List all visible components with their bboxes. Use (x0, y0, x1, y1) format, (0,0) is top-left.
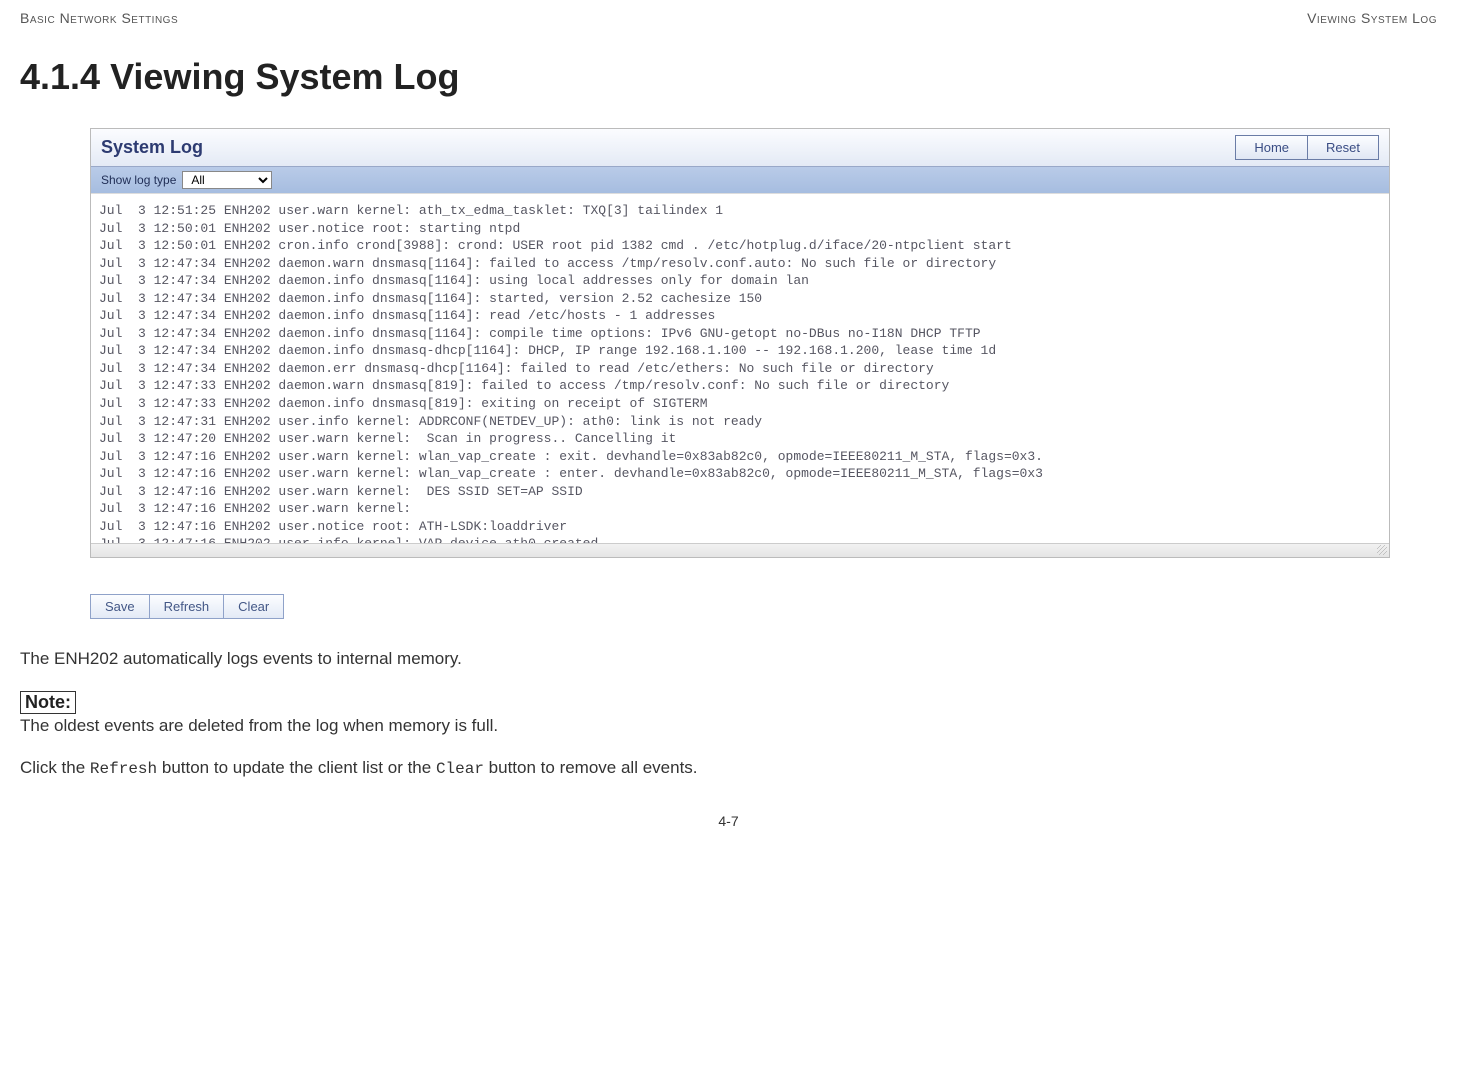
log-line: Jul 3 12:47:16 ENH202 user.warn kernel: … (99, 465, 1381, 483)
log-line: Jul 3 12:47:33 ENH202 daemon.warn dnsmas… (99, 377, 1381, 395)
bottom-buttons: Save Refresh Clear (90, 594, 1390, 619)
intro-text: The ENH202 automatically logs events to … (20, 649, 1437, 669)
log-line: Jul 3 12:47:34 ENH202 daemon.info dnsmas… (99, 342, 1381, 360)
instr-refresh-code: Refresh (90, 760, 157, 778)
log-line: Jul 3 12:47:16 ENH202 user.warn kernel: (99, 500, 1381, 518)
clear-button[interactable]: Clear (223, 594, 284, 619)
reset-button[interactable]: Reset (1307, 135, 1379, 160)
log-line: Jul 3 12:47:16 ENH202 user.warn kernel: … (99, 483, 1381, 501)
instr-pre: Click the (20, 758, 90, 777)
log-line: Jul 3 12:47:16 ENH202 user.notice root: … (99, 518, 1381, 536)
title-buttons: Home Reset (1235, 135, 1379, 160)
home-button[interactable]: Home (1235, 135, 1308, 160)
section-heading: 4.1.4 Viewing System Log (20, 56, 1437, 98)
refresh-button[interactable]: Refresh (149, 594, 225, 619)
log-line: Jul 3 12:50:01 ENH202 cron.info crond[39… (99, 237, 1381, 255)
panel-title: System Log (101, 137, 203, 158)
log-line: Jul 3 12:47:34 ENH202 daemon.warn dnsmas… (99, 255, 1381, 273)
page-number: 4-7 (20, 813, 1437, 829)
filter-bar: Show log type All (91, 167, 1389, 193)
header-left: Basic Network Settings (20, 10, 178, 26)
log-line: Jul 3 12:47:34 ENH202 daemon.info dnsmas… (99, 325, 1381, 343)
log-line: Jul 3 12:47:34 ENH202 daemon.info dnsmas… (99, 290, 1381, 308)
log-line: Jul 3 12:47:34 ENH202 daemon.err dnsmasq… (99, 360, 1381, 378)
resize-grip[interactable] (91, 543, 1389, 557)
log-line: Jul 3 12:50:01 ENH202 user.notice root: … (99, 220, 1381, 238)
save-button[interactable]: Save (90, 594, 150, 619)
instr-post: button to remove all events. (484, 758, 698, 777)
log-type-select[interactable]: All (182, 171, 272, 189)
log-line: Jul 3 12:47:16 ENH202 user.info kernel: … (99, 535, 1381, 543)
header-right: Viewing System Log (1307, 10, 1437, 26)
running-header: Basic Network Settings Viewing System Lo… (20, 10, 1437, 26)
note-block: Note: The oldest events are deleted from… (20, 669, 1437, 736)
note-label: Note: (20, 691, 76, 714)
log-line: Jul 3 12:47:16 ENH202 user.warn kernel: … (99, 448, 1381, 466)
log-line: Jul 3 12:47:31 ENH202 user.info kernel: … (99, 413, 1381, 431)
system-log-screenshot: System Log Home Reset Show log type All … (90, 128, 1390, 619)
log-output[interactable]: Jul 3 12:51:25 ENH202 user.warn kernel: … (91, 193, 1389, 543)
log-line: Jul 3 12:47:33 ENH202 daemon.info dnsmas… (99, 395, 1381, 413)
instr-clear-code: Clear (436, 760, 484, 778)
note-text: The oldest events are deleted from the l… (20, 716, 1437, 736)
log-line: Jul 3 12:47:20 ENH202 user.warn kernel: … (99, 430, 1381, 448)
log-line: Jul 3 12:47:34 ENH202 daemon.info dnsmas… (99, 307, 1381, 325)
system-log-panel: System Log Home Reset Show log type All … (90, 128, 1390, 558)
instr-mid: button to update the client list or the (157, 758, 436, 777)
log-line: Jul 3 12:47:34 ENH202 daemon.info dnsmas… (99, 272, 1381, 290)
filter-label: Show log type (101, 173, 176, 187)
log-line: Jul 3 12:51:25 ENH202 user.warn kernel: … (99, 202, 1381, 220)
panel-title-bar: System Log Home Reset (91, 129, 1389, 167)
instruction-text: Click the Refresh button to update the c… (20, 758, 1437, 778)
